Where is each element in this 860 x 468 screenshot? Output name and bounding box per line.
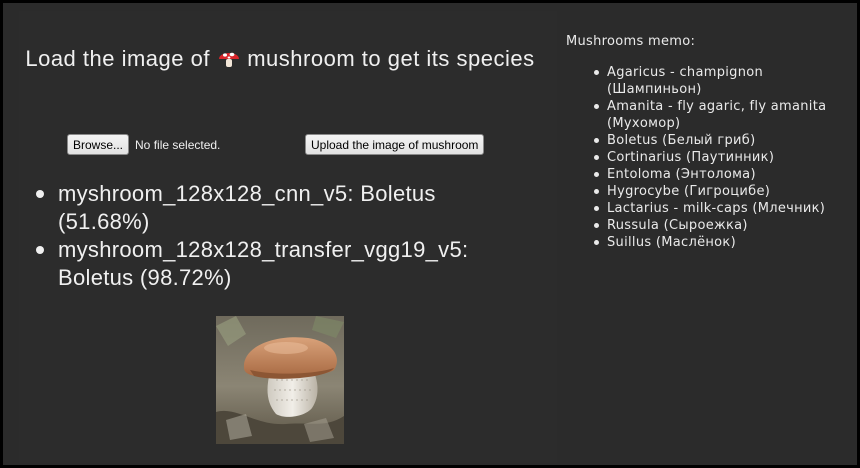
memo-item-label: Hygrocybe (Гигроцибе) xyxy=(607,184,771,199)
result-species: Boletus xyxy=(58,265,134,290)
mushrooms-memo: Mushrooms memo: Agaricus - champignon (Ш… xyxy=(566,33,846,251)
memo-item: Amanita - fly agaric, fly amanita (Мухом… xyxy=(594,98,846,132)
file-input[interactable]: Browse... No file selected. xyxy=(67,134,220,155)
bullet-icon xyxy=(594,155,599,160)
result-model: myshroom_128x128_transfer_vgg19_v5 xyxy=(58,237,462,262)
memo-item-label: Suillus (Маслёнок) xyxy=(607,235,736,250)
memo-item: Russula (Сыроежка) xyxy=(594,217,846,234)
result-confidence: (51.68%) xyxy=(58,209,150,234)
memo-item: Entoloma (Энтолома) xyxy=(594,166,846,183)
upload-button[interactable]: Upload the image of mushroom xyxy=(305,134,485,155)
bullet-icon xyxy=(594,138,599,143)
result-item: myshroom_128x128_transfer_vgg19_v5: Bole… xyxy=(36,236,546,292)
browse-button[interactable]: Browse... xyxy=(67,134,130,155)
memo-item: Boletus (Белый гриб) xyxy=(594,132,846,149)
memo-item: Hygrocybe (Гигроцибе) xyxy=(594,183,846,200)
result-confidence: (98.72%) xyxy=(139,265,232,290)
memo-item-label: Russula (Сыроежка) xyxy=(607,218,748,233)
uploaded-mushroom-image xyxy=(216,316,344,444)
memo-item-label: Cortinarius (Паутинник) xyxy=(607,150,775,165)
memo-item: Suillus (Маслёнок) xyxy=(594,234,846,251)
result-item: myshroom_128x128_cnn_v5: Boletus (51.68%) xyxy=(36,180,546,236)
page-title: Load the image of mushroom to get its sp… xyxy=(20,44,540,73)
memo-item-label: Amanita - fly agaric, fly amanita (Мухом… xyxy=(607,99,827,131)
bullet-icon xyxy=(594,172,599,177)
mushroom-emoji-icon xyxy=(218,52,239,67)
title-text-end: mushroom to get its species xyxy=(247,46,535,71)
bullet-icon xyxy=(594,240,599,245)
file-status-text: No file selected. xyxy=(135,137,221,152)
bullet-icon xyxy=(594,104,599,109)
memo-item-label: Boletus (Белый гриб) xyxy=(607,133,756,148)
memo-item: Agaricus - champignon (Шампиньон) xyxy=(594,64,846,98)
bullet-icon xyxy=(36,246,44,254)
memo-title: Mushrooms memo: xyxy=(566,34,696,49)
bullet-icon xyxy=(36,190,44,198)
result-model: myshroom_128x128_cnn_v5 xyxy=(58,181,348,206)
bullet-icon xyxy=(594,206,599,211)
memo-item: Cortinarius (Паутинник) xyxy=(594,149,846,166)
memo-item-label: Lactarius - milk-caps (Млечник) xyxy=(607,201,826,216)
memo-list: Agaricus - champignon (Шампиньон) Amanit… xyxy=(566,64,846,251)
bullet-icon xyxy=(594,223,599,228)
result-species: Boletus xyxy=(360,181,436,206)
bullet-icon xyxy=(594,189,599,194)
title-text-start: Load the image of xyxy=(25,46,210,71)
bullet-icon xyxy=(594,70,599,75)
mushroom-photo-graphic xyxy=(216,316,344,444)
memo-item-label: Agaricus - champignon (Шампиньон) xyxy=(607,65,764,97)
memo-item-label: Entoloma (Энтолома) xyxy=(607,167,756,182)
prediction-results: myshroom_128x128_cnn_v5: Boletus (51.68%)… xyxy=(36,180,546,292)
memo-item: Lactarius - milk-caps (Млечник) xyxy=(594,200,846,217)
